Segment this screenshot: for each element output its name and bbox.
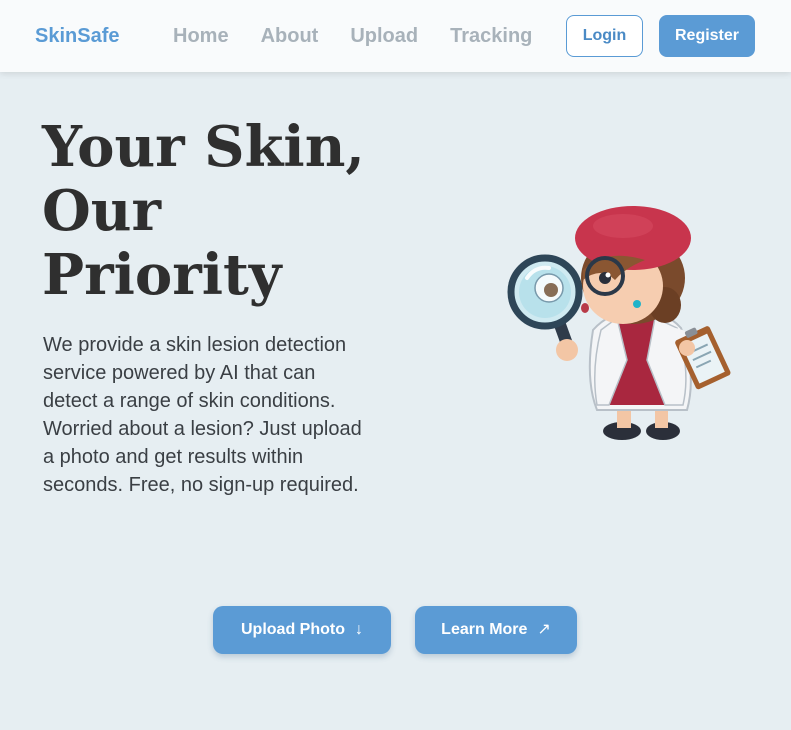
hero-title: Your Skin, Our Priority: [42, 114, 365, 308]
upload-photo-label: Upload Photo: [241, 621, 345, 638]
learn-more-button[interactable]: Learn More ↗: [415, 606, 577, 654]
nav-tracking-link[interactable]: Tracking: [450, 24, 532, 48]
login-button[interactable]: Login: [566, 15, 643, 57]
arrow-down-icon: ↓: [354, 621, 363, 638]
nav-upload-link[interactable]: Upload: [350, 24, 418, 48]
upload-photo-button[interactable]: Upload Photo ↓: [213, 606, 391, 654]
arrow-up-right-icon: ↗: [537, 621, 551, 638]
detective-doctor-icon: [507, 206, 731, 440]
top-navbar: SkinSafe Home About Upload Tracking Logi…: [0, 0, 791, 72]
learn-more-label: Learn More: [441, 621, 528, 638]
brand-logo-link[interactable]: SkinSafe: [35, 24, 119, 48]
nav-about-link[interactable]: About: [261, 24, 319, 48]
main-nav: Home About Upload Tracking: [173, 24, 564, 48]
nav-home-link[interactable]: Home: [173, 24, 229, 48]
hero-description: We provide a skin lesion detection servi…: [43, 334, 362, 496]
doctor-magnifier-illustration: [505, 200, 735, 450]
register-button[interactable]: Register: [659, 15, 755, 57]
